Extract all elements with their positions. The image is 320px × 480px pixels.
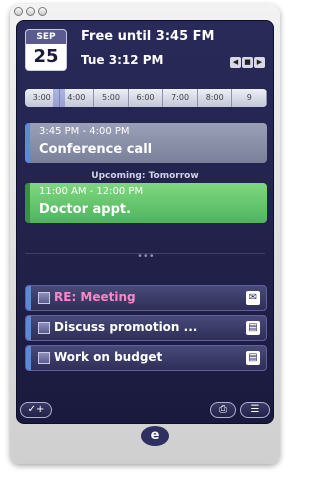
task-color-bar	[26, 316, 31, 340]
date-tile: SEP 25	[25, 29, 67, 71]
event-time: 11:00 AM - 12:00 PM	[39, 186, 144, 197]
window-controls	[14, 7, 47, 16]
close-button[interactable]	[14, 7, 23, 16]
task-item[interactable]: Discuss promotion ... ▤	[25, 315, 267, 341]
print-button[interactable]: ⎙	[210, 402, 236, 418]
free-until-status: Free until 3:45 FM	[81, 29, 215, 44]
timeline-tick: 9	[232, 89, 267, 107]
next-button[interactable]: ▶	[254, 57, 265, 68]
event-color-bar	[25, 123, 30, 163]
main-panel: SEP 25 Free until 3:45 FM Tue 3:12 PM ◀ …	[16, 20, 274, 424]
upcoming-label: Upcoming: Tomorrow	[91, 171, 199, 181]
event-title: Doctor appt.	[39, 202, 132, 217]
footer-right-buttons: ⎙ ☰	[210, 402, 270, 418]
event-time: 3:45 PM - 4:00 PM	[39, 126, 130, 137]
task-checkbox[interactable]	[38, 292, 50, 304]
timeline-tick: 8:00	[198, 89, 233, 107]
add-task-button[interactable]: ✓+	[20, 402, 52, 418]
event-title: Conference call	[39, 142, 153, 157]
timeline-tick: 5:00	[94, 89, 129, 107]
list-view-button[interactable]: ☰	[240, 402, 270, 418]
nav-buttons: ◀ ■ ▶	[230, 57, 265, 68]
prev-button[interactable]: ◀	[230, 57, 241, 68]
event-color-bar	[25, 183, 30, 223]
task-color-bar	[26, 346, 31, 370]
task-label: Work on budget	[54, 350, 163, 364]
current-time: Tue 3:12 PM	[81, 53, 164, 67]
clipboard-icon: ▤	[246, 321, 260, 335]
app-logo: e	[141, 426, 169, 446]
event-doctor-appt[interactable]: 11:00 AM - 12:00 PM Doctor appt.	[25, 183, 267, 223]
today-button[interactable]: ■	[242, 57, 253, 68]
current-time-marker	[53, 89, 65, 107]
clipboard-icon: ▤	[246, 351, 260, 365]
event-conference-call[interactable]: 3:45 PM - 4:00 PM Conference call	[25, 123, 267, 163]
mail-icon: ✉	[246, 291, 260, 305]
splitter-grip-icon[interactable]: •••	[137, 251, 155, 262]
task-checkbox[interactable]	[38, 352, 50, 364]
task-checkbox[interactable]	[38, 322, 50, 334]
app-window: SEP 25 Free until 3:45 FM Tue 3:12 PM ◀ …	[10, 4, 280, 464]
task-item[interactable]: RE: Meeting ✉	[25, 285, 267, 311]
zoom-button[interactable]	[38, 7, 47, 16]
timeline-tick: 7:00	[163, 89, 198, 107]
minimize-button[interactable]	[26, 7, 35, 16]
month-label: SEP	[26, 30, 66, 44]
task-item[interactable]: Work on budget ▤	[25, 345, 267, 371]
timeline-tick: 6:00	[129, 89, 164, 107]
task-label: RE: Meeting	[54, 290, 136, 304]
timeline-strip[interactable]: 3:00 4:00 5:00 6:00 7:00 8:00 9	[25, 89, 267, 107]
day-label: 25	[33, 46, 59, 67]
footer-toolbar: ✓+ ⎙ ☰	[16, 400, 274, 420]
task-label: Discuss promotion ...	[54, 320, 198, 334]
task-color-bar	[26, 286, 31, 310]
